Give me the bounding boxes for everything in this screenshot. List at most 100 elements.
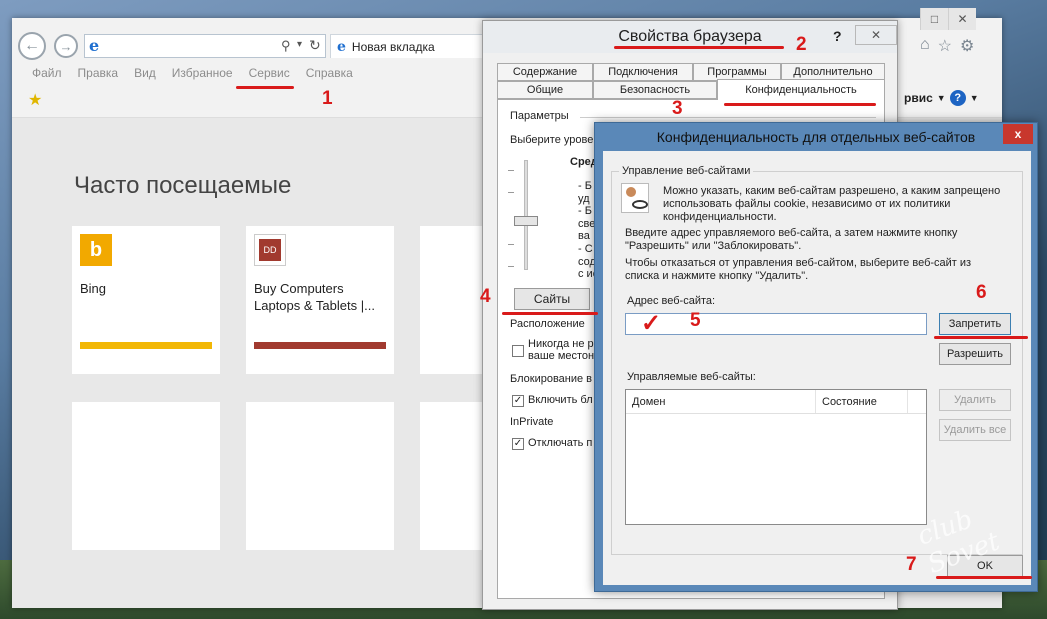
menu-view[interactable]: Вид: [134, 66, 156, 84]
tools-menu-button[interactable]: рвис ▼ ? ▼: [904, 90, 979, 106]
step-number-2: 2: [796, 34, 807, 55]
menu-bar: Файл Правка Вид Избранное Сервис Справка: [32, 66, 353, 84]
privacy-document-icon: [621, 183, 649, 213]
remove-button[interactable]: Удалить: [939, 389, 1011, 411]
choose-level-label: Выберите урове: [510, 134, 594, 146]
managed-sites-list[interactable]: Домен Состояние: [625, 389, 927, 525]
home-icon[interactable]: ⌂: [920, 36, 930, 56]
forward-arrow-icon: →: [59, 38, 73, 54]
underline-annotation: [614, 46, 784, 49]
tools-label: рвис: [904, 91, 933, 105]
dialog-title: Конфиденциальность для отдельных веб-сай…: [656, 129, 976, 145]
allow-button[interactable]: Разрешить: [939, 343, 1011, 365]
enable-blocking-checkbox[interactable]: ✓: [512, 395, 524, 407]
tile-accent-bar: [80, 342, 212, 349]
tile-accent-bar: [254, 342, 386, 349]
browser-right-icons: ⌂ ☆ ⚙: [920, 36, 974, 56]
step-number-5: 5: [690, 310, 701, 331]
step-number-7: 7: [906, 554, 917, 575]
underline-annotation: [934, 336, 1028, 339]
ie-tab-icon: e: [337, 38, 346, 55]
never-allow-checkbox[interactable]: [512, 345, 524, 357]
address-bar[interactable]: e ⚲ ▾ ↻: [84, 34, 326, 58]
refresh-icon[interactable]: ↻: [309, 37, 321, 54]
tile-empty[interactable]: [246, 402, 394, 550]
help-icon[interactable]: ?: [949, 90, 966, 106]
instruction-text-1: Введите адрес управляемого веб-сайта, а …: [625, 227, 958, 252]
tile-bing[interactable]: b Bing: [72, 226, 220, 374]
close-button[interactable]: ✕: [855, 25, 897, 45]
red-checkmark-annotation: ✓: [641, 310, 662, 337]
disable-toolbars-checkbox[interactable]: ✓: [512, 438, 524, 450]
privacy-slider-thumb[interactable]: [514, 216, 538, 226]
bing-logo-icon: b: [80, 234, 112, 266]
menu-favorites[interactable]: Избранное: [172, 66, 233, 84]
never-allow-line: Никогда не р: [528, 338, 594, 350]
tab-security[interactable]: Безопасность: [593, 81, 717, 99]
chevron-down-icon: ▼: [936, 93, 946, 103]
underline-annotation: [502, 312, 598, 315]
menu-file[interactable]: Файл: [32, 66, 62, 84]
favorites-star-icon[interactable]: ☆: [938, 36, 952, 56]
tab-connections[interactable]: Подключения: [593, 63, 693, 81]
tile-label: Buy Computers Laptops & Tablets |...: [254, 281, 375, 313]
never-allow-line: ваше местона: [528, 350, 601, 362]
divider: [580, 117, 876, 118]
eye-icon: [632, 200, 648, 209]
tab-general[interactable]: Общие: [497, 81, 593, 99]
sites-button[interactable]: Сайты: [514, 288, 590, 310]
close-icon: x: [1014, 127, 1022, 141]
frequent-sites-heading: Часто посещаемые: [74, 172, 292, 199]
tile-label: Bing: [80, 281, 107, 296]
menu-edit[interactable]: Правка: [78, 66, 119, 84]
menu-help[interactable]: Справка: [306, 66, 353, 84]
dropdown-arrow-icon[interactable]: ▾: [297, 39, 302, 50]
slider-tick: [508, 266, 514, 267]
chevron-down-icon: ▼: [969, 93, 979, 103]
column-domain[interactable]: Домен: [626, 390, 816, 413]
tab-new-tab[interactable]: e Новая вкладка: [330, 34, 490, 58]
site-logo-icon: DD: [254, 234, 286, 266]
tab-content[interactable]: Содержание: [497, 63, 593, 81]
website-address-input[interactable]: [625, 313, 927, 335]
inprivate-label: InPrivate: [510, 416, 554, 428]
underline-annotation: [936, 576, 1032, 579]
never-allow-label: Никогда не р ваше местона: [528, 338, 600, 362]
tab-privacy[interactable]: Конфиденциальность: [717, 79, 885, 100]
tile-buy-computers[interactable]: DD Buy Computers Laptops & Tablets |...: [246, 226, 394, 374]
params-label: Параметры: [510, 110, 569, 122]
disable-toolbars-label: Отключать п: [528, 437, 593, 449]
tile-empty[interactable]: [72, 402, 220, 550]
gear-icon[interactable]: ⚙: [960, 36, 974, 56]
step-number-1: 1: [322, 88, 333, 109]
search-icon[interactable]: ⚲: [281, 38, 291, 54]
instruction-text-2: Чтобы отказаться от управления веб-сайто…: [625, 257, 972, 282]
step-number-6: 6: [976, 282, 987, 303]
step-number-3: 3: [672, 98, 683, 119]
managed-sites-label: Управляемые веб-сайты:: [627, 371, 756, 383]
menu-tools[interactable]: Сервис: [249, 66, 290, 84]
popup-blocking-label: Блокирование в: [510, 373, 593, 385]
ie-logo-icon: e: [89, 36, 100, 55]
person-icon: [626, 187, 636, 197]
column-status[interactable]: Состояние: [816, 390, 908, 413]
help-button[interactable]: ?: [833, 28, 842, 44]
back-button[interactable]: ←: [18, 32, 46, 60]
remove-all-button[interactable]: Удалить все: [939, 419, 1011, 441]
list-header: Домен Состояние: [626, 390, 926, 414]
enable-blocking-label: Включить бл: [528, 394, 593, 406]
forward-button[interactable]: →: [54, 34, 78, 58]
favorites-bar-star-icon[interactable]: ★: [28, 90, 42, 110]
close-button[interactable]: x: [1003, 124, 1033, 144]
location-label: Расположение: [510, 318, 585, 330]
privacy-slider-track[interactable]: [524, 160, 528, 270]
slider-tick: [508, 244, 514, 245]
underline-annotation: [724, 103, 876, 106]
maximize-button[interactable]: □: [920, 8, 948, 30]
block-button[interactable]: Запретить: [939, 313, 1011, 335]
intro-text: Можно указать, каким веб-сайтам разрешен…: [663, 185, 1001, 223]
close-window-button[interactable]: ✕: [948, 8, 976, 30]
back-arrow-icon: ←: [24, 37, 40, 54]
tab-title: Новая вкладка: [351, 39, 435, 54]
address-label: Адрес веб-сайта:: [627, 295, 716, 307]
